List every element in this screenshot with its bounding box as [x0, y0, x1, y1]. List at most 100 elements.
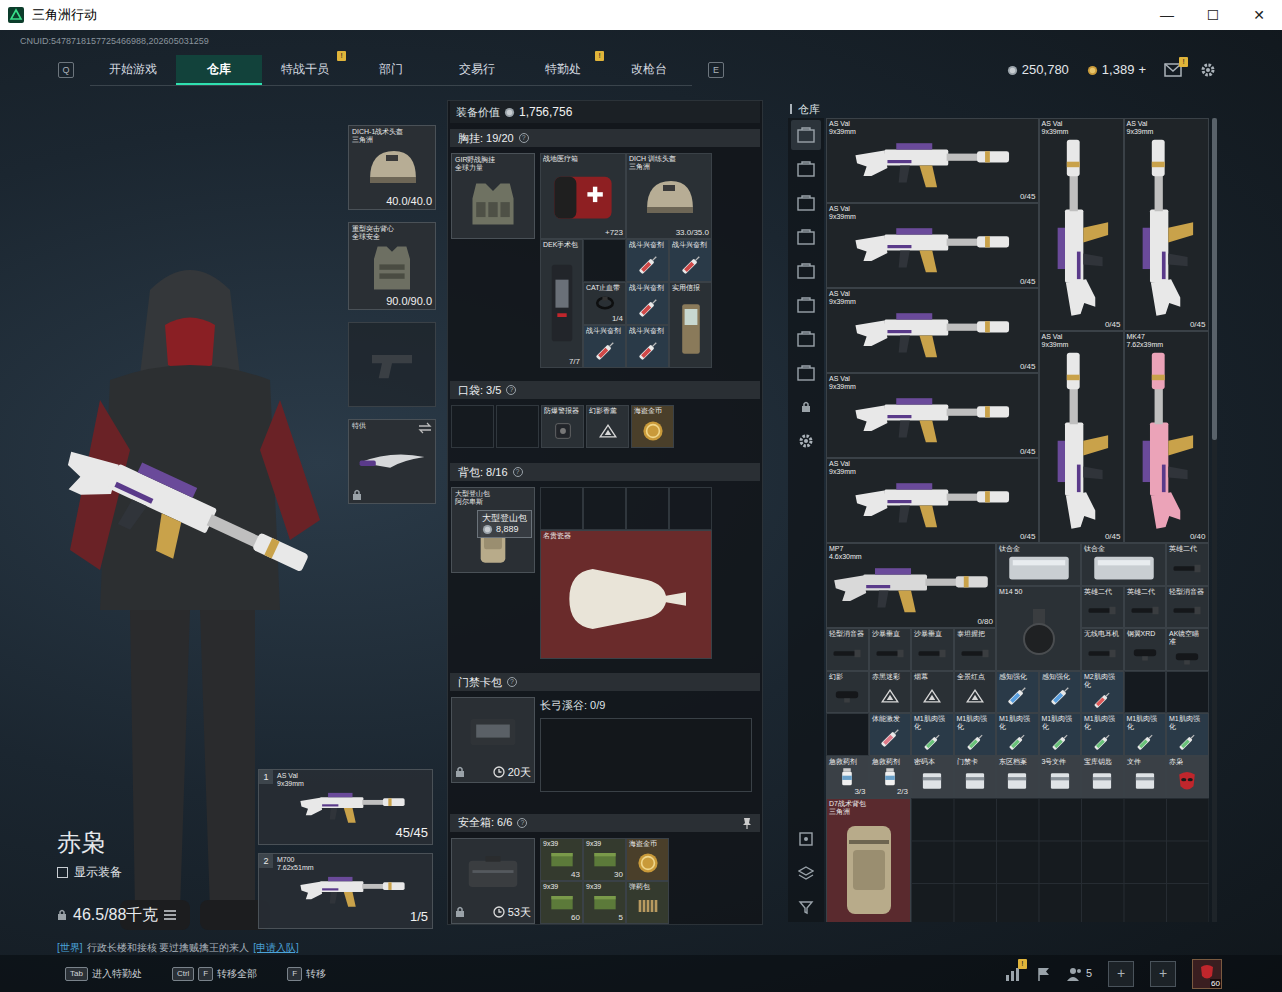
- list-icon[interactable]: [164, 910, 176, 920]
- filter-button[interactable]: [791, 892, 821, 922]
- item-cell[interactable]: 急救药剂2/3: [869, 756, 912, 799]
- flag-button[interactable]: [1037, 967, 1051, 981]
- item-cell[interactable]: DEK手术包7/7: [540, 239, 583, 368]
- help-button[interactable]: ?: [507, 677, 517, 687]
- item-cell[interactable]: 体能激发: [869, 713, 912, 756]
- item-cell[interactable]: 钢翼XRD: [1124, 628, 1167, 671]
- storage-tab[interactable]: [791, 324, 821, 354]
- item-cell[interactable]: 无线电耳机: [1081, 628, 1124, 671]
- swap-icon[interactable]: [418, 422, 432, 434]
- item-cell[interactable]: AK镜空瞄准: [1166, 628, 1209, 671]
- item-cell[interactable]: M2肌肉强化: [1081, 671, 1124, 714]
- item-cell[interactable]: 战地医疗箱+723: [540, 153, 626, 239]
- sort-button[interactable]: [791, 824, 821, 854]
- item-cell[interactable]: M1肌肉强化: [1124, 713, 1167, 756]
- item-cell[interactable]: 海盗金币: [626, 838, 669, 881]
- storage-tab[interactable]: [791, 358, 821, 388]
- item-cell[interactable]: 门禁卡: [954, 756, 997, 799]
- help-button[interactable]: ?: [506, 385, 516, 395]
- nav-tab[interactable]: 特勤处!: [520, 55, 606, 85]
- item-cell[interactable]: 英雄二代: [1124, 586, 1167, 629]
- mail-button[interactable]: !: [1164, 63, 1182, 77]
- item-cell[interactable]: 急救药剂3/3: [826, 756, 869, 799]
- item-cell[interactable]: MP74.6x30mm0/80: [826, 543, 996, 628]
- nav-tab[interactable]: 仓库: [176, 55, 262, 85]
- item-cell[interactable]: M1肌肉强化: [911, 713, 954, 756]
- item-cell[interactable]: 轻型消音器: [826, 628, 869, 671]
- item-cell[interactable]: 英雄二代: [1081, 586, 1124, 629]
- item-cell[interactable]: 感知强化: [996, 671, 1039, 714]
- item-cell[interactable]: 文件: [1124, 756, 1167, 799]
- item-cell[interactable]: AS Val9x39mm0/45: [1124, 118, 1209, 331]
- item-cell[interactable]: M1肌肉强化: [954, 713, 997, 756]
- item-cell[interactable]: 赤黑迷彩: [869, 671, 912, 714]
- item-cell[interactable]: 战斗兴奋剂: [626, 239, 669, 282]
- item-cell[interactable]: AS Val9x39mm0/45: [826, 458, 1039, 543]
- item-cell[interactable]: 东区档案: [996, 756, 1039, 799]
- invite-slot[interactable]: +: [1108, 961, 1134, 987]
- item-cell[interactable]: 名贵瓷器: [540, 530, 712, 659]
- item-cell[interactable]: 幻影香薰: [586, 405, 629, 448]
- item-cell[interactable]: AS Val9x39mm0/45: [826, 203, 1039, 288]
- item-cell[interactable]: CAT止血带1/4: [583, 282, 626, 325]
- pin-icon[interactable]: [742, 817, 752, 829]
- item-cell[interactable]: AS Val9x39mm0/45: [826, 118, 1039, 203]
- storage-tab[interactable]: [791, 188, 821, 218]
- item-cell[interactable]: 英雄二代: [1166, 543, 1209, 586]
- item-cell[interactable]: 9x3943: [540, 838, 583, 881]
- storage-tab[interactable]: [791, 256, 821, 286]
- armor-slot[interactable]: 重型突击背心全球安全90.0/90.0: [348, 222, 436, 310]
- help-button[interactable]: ?: [519, 133, 529, 143]
- key-hint[interactable]: CtrlF转移全部: [172, 966, 257, 981]
- item-cell[interactable]: 轻型消音器: [1166, 586, 1209, 629]
- nav-tab[interactable]: 开始游戏: [90, 55, 176, 85]
- weapon-slot[interactable]: 1AS Val9x39mm45/45: [258, 769, 433, 845]
- item-cell[interactable]: AS Val9x39mm0/45: [826, 373, 1039, 458]
- item-cell[interactable]: M14 50: [996, 586, 1081, 671]
- prev-tab-key[interactable]: Q: [58, 62, 74, 78]
- item-cell[interactable]: 宝库钥匙: [1081, 756, 1124, 799]
- item-cell[interactable]: 赤枭: [1166, 756, 1209, 799]
- layers-button[interactable]: [791, 858, 821, 888]
- item-cell[interactable]: AS Val9x39mm0/45: [1039, 118, 1124, 331]
- item-cell[interactable]: 9x395: [583, 881, 626, 924]
- safe-case-slot[interactable]: 53天: [451, 838, 535, 924]
- item-cell[interactable]: 幻影: [826, 671, 869, 714]
- item-cell[interactable]: 战斗兴奋剂: [626, 282, 669, 325]
- scrollbar-thumb[interactable]: [1212, 118, 1217, 440]
- storage-tab[interactable]: [791, 290, 821, 320]
- backpack-slot[interactable]: 大型登山包阿尔卑斯大型登山包8,889: [451, 487, 535, 573]
- item-cell[interactable]: 密码本: [911, 756, 954, 799]
- weapon-slot[interactable]: 2M7007.62x51mm1/5: [258, 853, 433, 929]
- player-avatar[interactable]: 60: [1192, 959, 1222, 989]
- item-cell[interactable]: 3号文件: [1039, 756, 1082, 799]
- item-cell[interactable]: 钛合金: [996, 543, 1081, 586]
- item-cell[interactable]: D7战术背包三角洲: [826, 798, 911, 922]
- show-gear-toggle[interactable]: 显示装备: [57, 863, 255, 881]
- stats-button[interactable]: !: [1005, 967, 1021, 981]
- helmet-slot[interactable]: DICH-1战术头盔三角洲40.0/40.0: [348, 125, 436, 210]
- nav-tab[interactable]: 特战干员!: [262, 55, 348, 85]
- storage-tab[interactable]: [791, 120, 821, 150]
- item-cell[interactable]: 9x3960: [540, 881, 583, 924]
- key-hint[interactable]: F转移: [287, 966, 326, 981]
- item-cell[interactable]: 烟幕: [911, 671, 954, 714]
- item-cell[interactable]: DICH 训练头盔三角洲33.0/35.0: [626, 153, 712, 239]
- help-button[interactable]: ?: [513, 467, 523, 477]
- close-button[interactable]: ✕: [1236, 5, 1282, 26]
- lock-tab[interactable]: [791, 392, 821, 422]
- add-gold-button[interactable]: +: [1138, 60, 1146, 80]
- item-cell[interactable]: M1肌肉强化: [996, 713, 1039, 756]
- item-cell[interactable]: 钛合金: [1081, 543, 1166, 586]
- gear-icon[interactable]: [1200, 62, 1216, 78]
- scrollbar[interactable]: [1212, 118, 1217, 922]
- item-cell[interactable]: 沙暴垂直: [869, 628, 912, 671]
- maximize-button[interactable]: ☐: [1190, 5, 1236, 26]
- melee-slot[interactable]: 特供: [348, 419, 436, 504]
- item-cell[interactable]: AS Val9x39mm0/45: [1039, 331, 1124, 544]
- item-cell[interactable]: 沙暴垂直: [911, 628, 954, 671]
- minimize-button[interactable]: —: [1144, 5, 1190, 26]
- show-gear-checkbox[interactable]: [57, 867, 68, 878]
- next-tab-key[interactable]: E: [708, 62, 724, 78]
- item-cell[interactable]: M1肌肉强化: [1166, 713, 1209, 756]
